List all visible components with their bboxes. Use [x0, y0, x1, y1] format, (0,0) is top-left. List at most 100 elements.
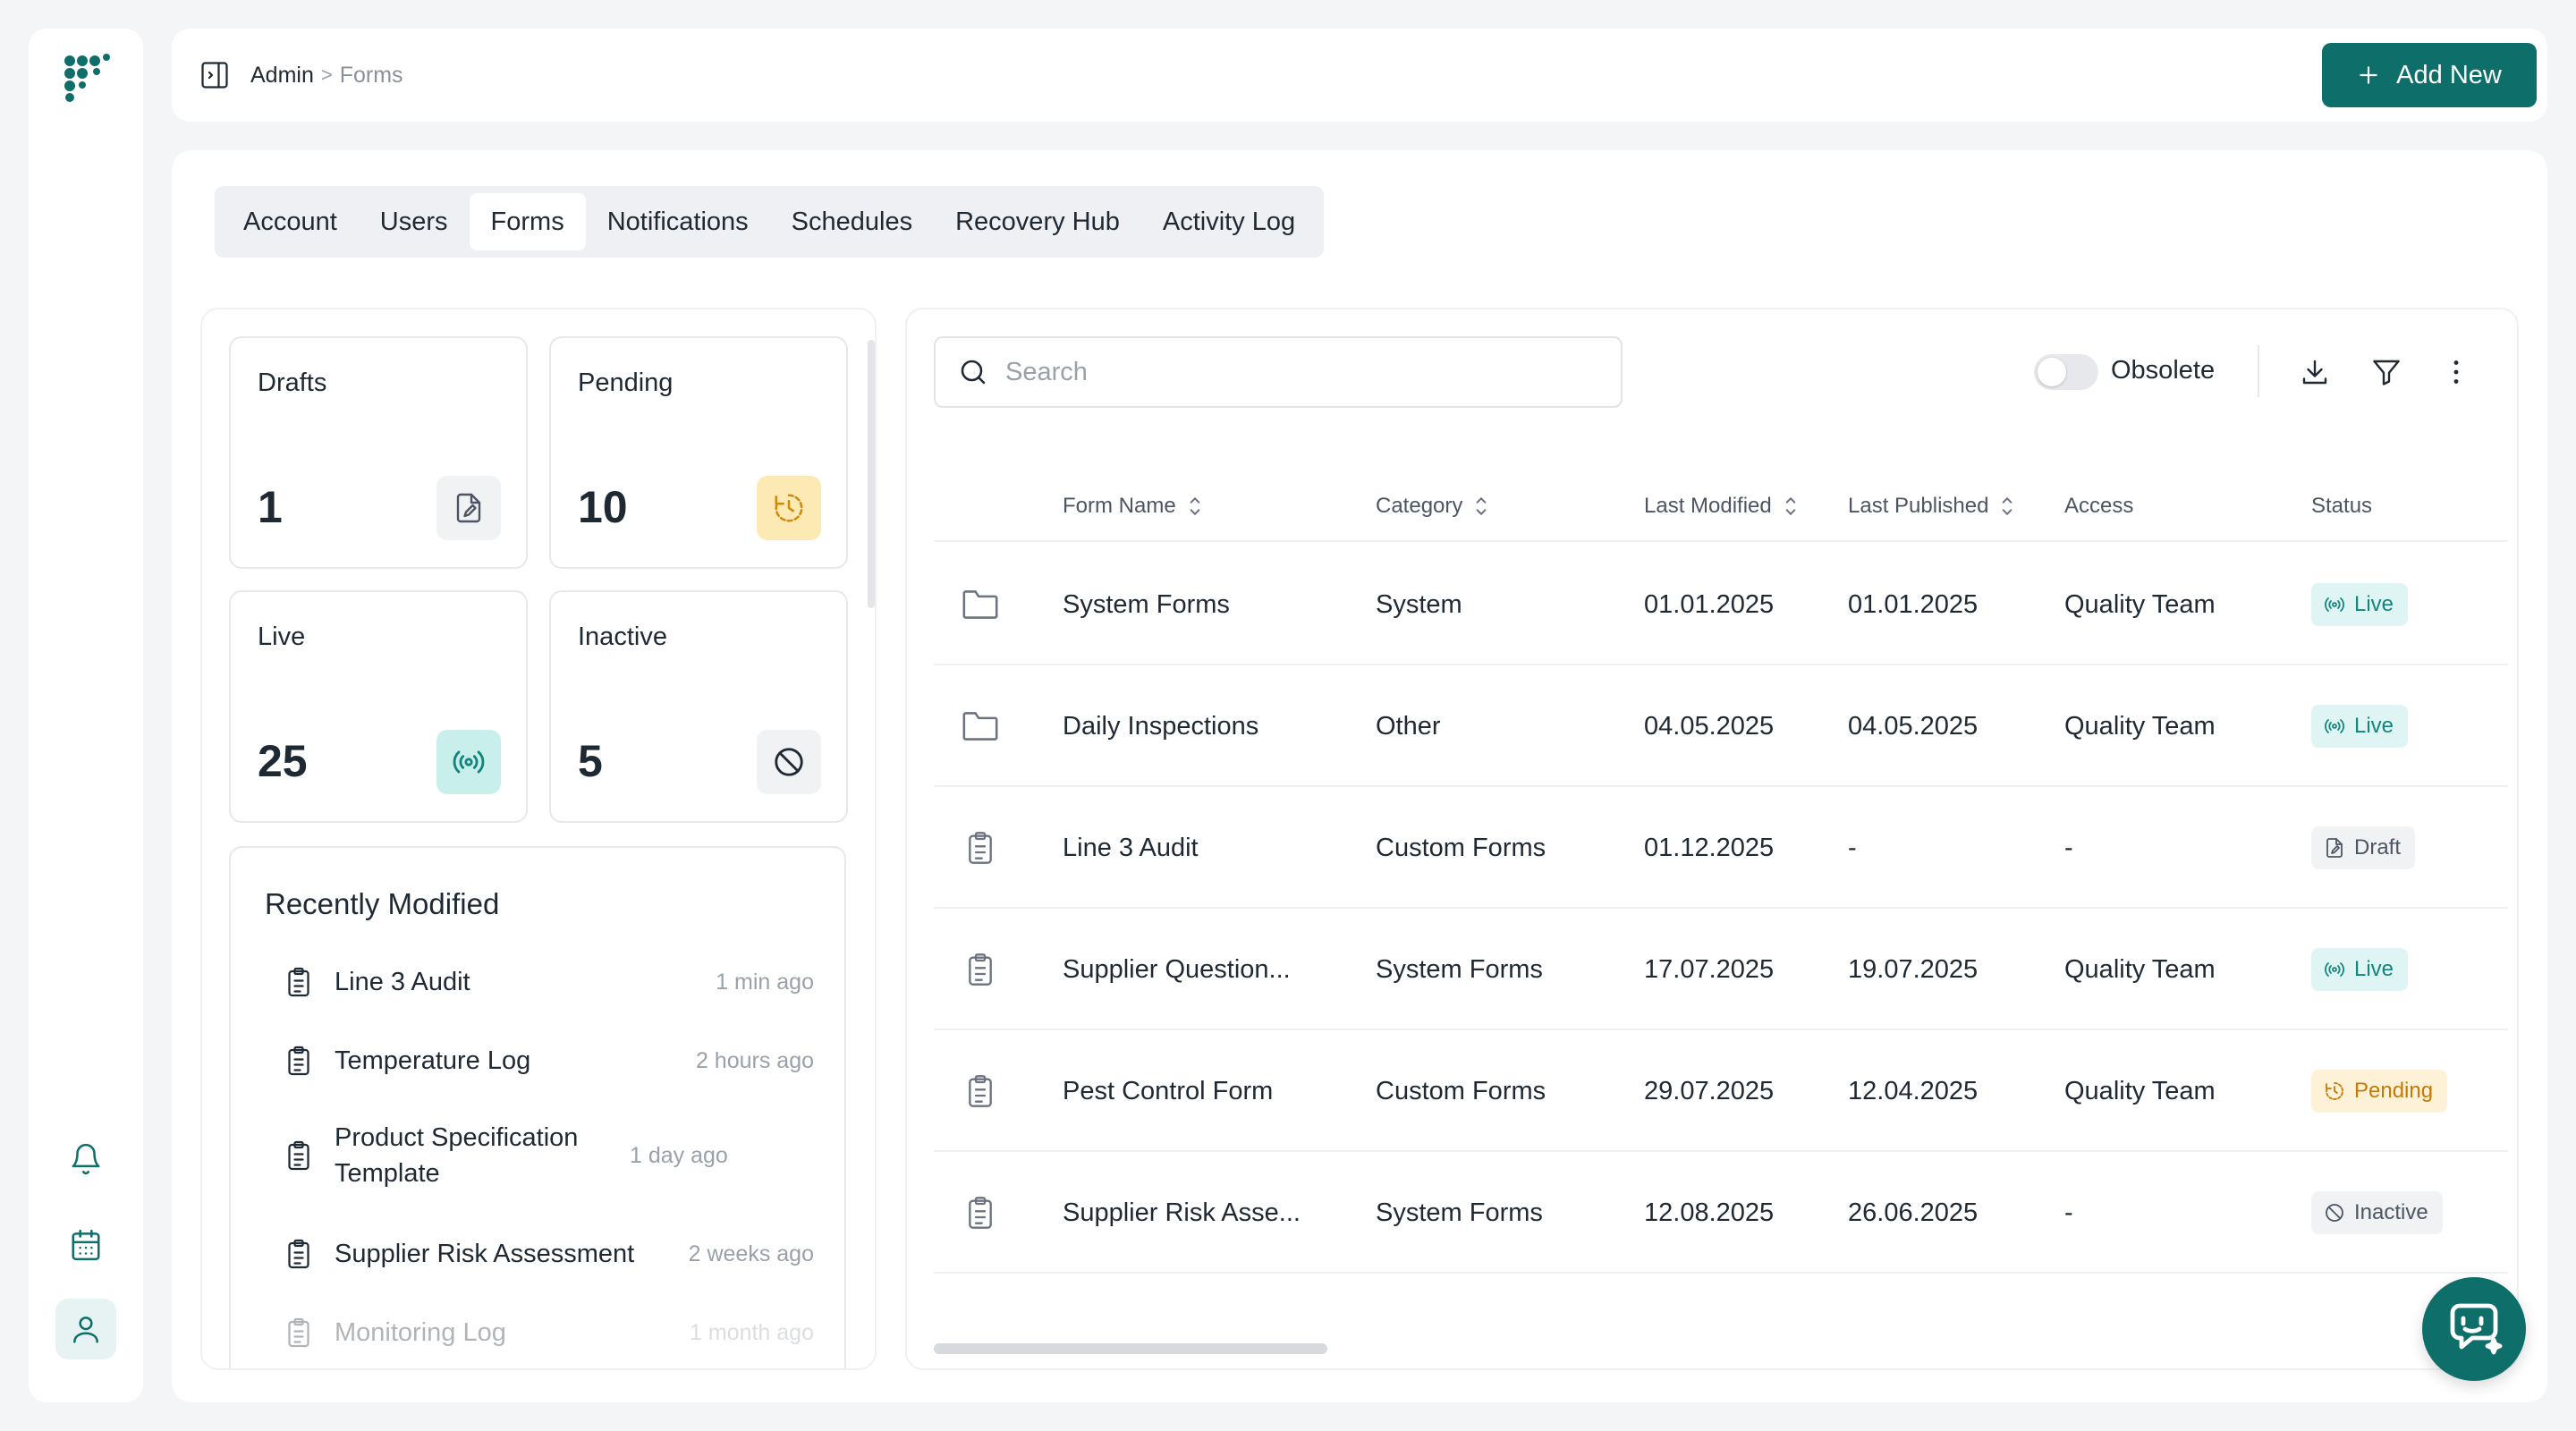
breadcrumb-admin[interactable]: Admin: [250, 63, 314, 89]
add-new-label: Add New: [2396, 60, 2502, 89]
column-last-modified[interactable]: Last Modified: [1644, 470, 1799, 542]
column-form-name[interactable]: Form Name: [1063, 470, 1203, 542]
obsolete-toggle[interactable]: [2034, 354, 2098, 390]
clipboard-icon: [969, 953, 992, 986]
broadcast-icon: [2325, 719, 2344, 733]
brand-logo[interactable]: [61, 54, 111, 104]
drafts-label: Drafts: [258, 368, 327, 397]
recent-item[interactable]: Product Specification Template 1 day ago: [283, 1120, 814, 1191]
cell-last-published: 19.07.2025: [1848, 954, 1979, 984]
inactive-card[interactable]: Inactive 5: [549, 590, 848, 823]
status-label: Draft: [2354, 835, 2402, 859]
recent-item[interactable]: Supplier Risk Assessment 2 weeks ago: [283, 1236, 814, 1272]
cell-last-published: 26.06.2025: [1848, 1198, 1979, 1227]
column-label: Status: [2311, 494, 2373, 518]
recent-item-name: Temperature Log: [335, 1046, 531, 1075]
cell-last-published: 12.04.2025: [1848, 1076, 1979, 1105]
pending-count: 10: [578, 482, 628, 532]
broadcast-icon: [2325, 597, 2344, 612]
search-input[interactable]: [1005, 357, 1578, 387]
table-row[interactable]: Line 3 Audit Custom Forms 01.12.2025 - -…: [934, 787, 2508, 909]
bell-icon: [72, 1143, 100, 1175]
clipboard-icon: [288, 1140, 309, 1171]
side-rail: [29, 29, 143, 1402]
cell-last-modified: 01.12.2025: [1644, 833, 1775, 862]
cell-category: System Forms: [1376, 1198, 1543, 1227]
add-new-button[interactable]: Add New: [2322, 43, 2537, 107]
pending-card[interactable]: Pending 10: [549, 336, 848, 569]
search-icon: [961, 360, 986, 385]
cell-form-name: Supplier Risk Asse...: [1063, 1198, 1301, 1227]
stats-column: Drafts 1 Pending 10 Live 25 Inactive 5 R…: [200, 308, 877, 1370]
cell-last-modified: 17.07.2025: [1644, 954, 1775, 984]
cell-last-modified: 04.05.2025: [1644, 711, 1775, 741]
clipboard-icon: [969, 1197, 992, 1229]
status-badge: Draft: [2311, 826, 2416, 869]
inactive-count: 5: [578, 736, 603, 786]
live-count: 25: [258, 736, 308, 786]
tab-activity-log[interactable]: Activity Log: [1141, 193, 1317, 250]
cell-last-published: 04.05.2025: [1848, 711, 1979, 741]
sort-icon: [1477, 496, 1487, 516]
tab-forms[interactable]: Forms: [469, 193, 586, 250]
filter-icon[interactable]: [2370, 356, 2402, 388]
status-badge: Live: [2311, 948, 2409, 991]
column-label: Category: [1376, 494, 1463, 518]
clipboard-icon: [288, 1046, 309, 1076]
main-panel: Account Users Forms Notifications Schedu…: [172, 150, 2547, 1402]
cell-form-name: Daily Inspections: [1063, 711, 1259, 741]
notifications-button[interactable]: [55, 1129, 116, 1190]
download-icon[interactable]: [2299, 356, 2331, 388]
cell-access: Quality Team: [2064, 589, 2216, 619]
draft-file-icon: [436, 476, 501, 540]
cell-access: Quality Team: [2064, 711, 2216, 741]
drafts-card[interactable]: Drafts 1: [229, 336, 528, 569]
profile-button[interactable]: [55, 1299, 116, 1359]
clipboard-icon: [969, 832, 992, 864]
status-label: Live: [2354, 592, 2394, 616]
ban-icon: [2326, 1204, 2343, 1222]
cell-access: -: [2064, 833, 2073, 862]
tab-account[interactable]: Account: [222, 193, 359, 250]
sidebar-toggle-icon[interactable]: [199, 59, 231, 91]
user-icon: [73, 1317, 98, 1343]
table-row[interactable]: Pest Control Form Custom Forms 29.07.202…: [934, 1030, 2508, 1152]
recent-item[interactable]: Monitoring Log 1 month ago: [283, 1315, 814, 1351]
table-horizontal-scrollbar[interactable]: [934, 1343, 1327, 1354]
folder-icon: [962, 712, 998, 741]
calendar-icon: [72, 1229, 100, 1261]
search-box[interactable]: [934, 336, 1623, 408]
tab-users[interactable]: Users: [359, 193, 470, 250]
table-row[interactable]: System Forms System 01.01.2025 01.01.202…: [934, 544, 2508, 665]
cell-last-modified: 12.08.2025: [1644, 1198, 1775, 1227]
ban-icon: [757, 730, 821, 794]
table-header: Form Name Category Last Modified Last Pu…: [934, 470, 2508, 542]
tab-notifications[interactable]: Notifications: [586, 193, 770, 250]
tab-schedules[interactable]: Schedules: [770, 193, 934, 250]
recent-item-time: 1 min ago: [716, 969, 814, 995]
recent-item-name: Line 3 Audit: [335, 968, 470, 996]
chat-assistant-button[interactable]: [2422, 1277, 2526, 1381]
recent-item-time: 1 month ago: [690, 1319, 814, 1345]
sort-icon: [1190, 496, 1200, 516]
plus-icon: [2360, 66, 2377, 84]
column-last-published[interactable]: Last Published: [1848, 470, 2015, 542]
draft-file-icon: [2326, 838, 2343, 858]
live-card[interactable]: Live 25: [229, 590, 528, 823]
recent-item[interactable]: Temperature Log 2 hours ago: [283, 1043, 814, 1079]
stats-scrollbar[interactable]: [868, 340, 875, 608]
obsolete-label: Obsolete: [2111, 356, 2216, 385]
tab-recovery-hub[interactable]: Recovery Hub: [934, 193, 1141, 250]
recently-modified-panel: Recently Modified Line 3 Audit 1 min ago…: [229, 846, 846, 1368]
live-label: Live: [258, 622, 306, 651]
table-row[interactable]: Supplier Risk Asse... System Forms 12.08…: [934, 1152, 2508, 1274]
calendar-button[interactable]: [55, 1215, 116, 1275]
table-row[interactable]: Supplier Question... System Forms 17.07.…: [934, 909, 2508, 1030]
status-label: Pending: [2354, 1079, 2434, 1103]
more-options-icon[interactable]: [2440, 356, 2472, 388]
table-row[interactable]: Daily Inspections Other 04.05.2025 04.05…: [934, 665, 2508, 787]
column-category[interactable]: Category: [1376, 470, 1489, 542]
recent-item[interactable]: Line 3 Audit 1 min ago: [283, 964, 814, 1000]
sort-icon: [1785, 496, 1796, 516]
clock-icon: [757, 476, 821, 540]
